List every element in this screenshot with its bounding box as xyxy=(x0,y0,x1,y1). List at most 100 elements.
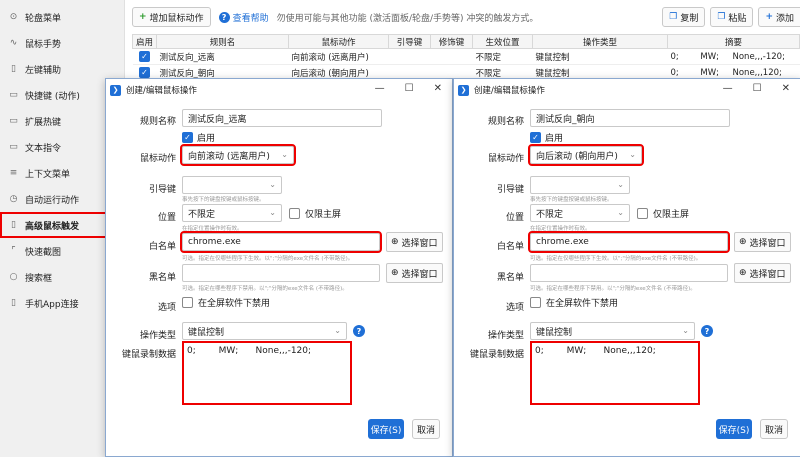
plus-icon: + xyxy=(139,12,147,22)
header-mouse-action[interactable]: 鼠标动作 xyxy=(288,34,389,49)
fullscreen-disable-checkbox[interactable]: 在全屏软件下禁用 xyxy=(530,296,618,309)
add-label: 添加 xyxy=(775,13,794,24)
fullscreen-disable-checkbox[interactable]: 在全屏软件下禁用 xyxy=(182,296,270,309)
help-icon[interactable]: ? xyxy=(701,325,713,337)
crosshair-icon: ⊕ xyxy=(391,237,399,247)
screenshot-icon: ⌜ xyxy=(11,246,16,256)
op-type-label: 操作类型 xyxy=(139,331,176,341)
whitelist-select-window-button[interactable]: ⊕ 选择窗口 xyxy=(734,232,791,252)
maximize-icon[interactable]: ☐ xyxy=(405,83,414,94)
copy-icon: ❐ xyxy=(669,12,678,22)
guide-key-select[interactable]: ⌄ xyxy=(530,176,630,194)
position-select[interactable]: 不限定 ⌄ xyxy=(530,204,630,222)
op-type-select[interactable]: 键鼠控制 ⌄ xyxy=(182,322,347,340)
sidebar-item-label: 快捷键 (动作) xyxy=(25,91,80,102)
sidebar-item-label: 文本指令 xyxy=(25,143,62,154)
rule-name-input[interactable]: 测试反向_远离 xyxy=(182,109,382,127)
paste-icon: ❐ xyxy=(717,12,726,22)
minimize-icon[interactable]: — xyxy=(723,83,733,94)
sidebar-item-label: 轮盘菜单 xyxy=(25,13,62,24)
help-icon: ? xyxy=(218,11,230,23)
enable-checkbox[interactable]: ✓ 启用 xyxy=(530,131,563,144)
position-select[interactable]: 不限定 ⌄ xyxy=(182,204,282,222)
primary-screen-checkbox[interactable]: 仅限主屏 xyxy=(637,207,689,220)
copy-button[interactable]: ❐ 复制 xyxy=(662,7,706,27)
mouse-action-select[interactable]: 向前滚动 (远离用户) ⌄ xyxy=(180,144,296,166)
select-window-label: 选择窗口 xyxy=(749,238,786,249)
header-enabled[interactable]: 启用 xyxy=(132,34,157,49)
enable-checkbox[interactable]: ✓ 启用 xyxy=(182,131,215,144)
search-icon: ○ xyxy=(9,272,18,282)
record-data-label: 键鼠录制数据 xyxy=(469,350,524,360)
mouse-action-value: 向前滚动 (远离用户) xyxy=(188,151,270,162)
help-link[interactable]: ? 查看帮助 xyxy=(218,11,269,24)
op-type-select[interactable]: 键鼠控制 ⌄ xyxy=(530,322,695,340)
select-window-label: 选择窗口 xyxy=(401,269,438,280)
primary-screen-checkbox[interactable]: 仅限主屏 xyxy=(289,207,341,220)
checkbox-checked-icon[interactable]: ✓ xyxy=(139,67,150,78)
whitelist-select-window-button[interactable]: ⊕ 选择窗口 xyxy=(386,232,443,252)
mouse-action-select[interactable]: 向后滚动 (朝向用户) ⌄ xyxy=(528,144,644,166)
close-icon[interactable]: ✕ xyxy=(782,83,790,94)
blacklist-input[interactable] xyxy=(530,264,728,282)
copy-label: 复制 xyxy=(680,13,699,24)
sidebar-item-label: 搜索框 xyxy=(25,273,53,284)
maximize-icon[interactable]: ☐ xyxy=(753,83,762,94)
sidebar-item-label: 高级鼠标触发 xyxy=(25,221,80,232)
op-type-value: 键鼠控制 xyxy=(188,327,225,338)
sidebar-item-1[interactable]: ∿ 鼠标手势 xyxy=(0,30,124,56)
cell-summary: 0; MW; None,,,-120; xyxy=(667,48,800,65)
add-mouse-action-button[interactable]: + 增加鼠标动作 xyxy=(132,7,211,27)
edit-mouse-action-dialog: ❯ 创建/编辑鼠标操作 — ☐ ✕ 规则名称 测试反向_远离 ✓ 启用 鼠标动作… xyxy=(105,78,453,457)
cell-modifier xyxy=(430,48,473,65)
header-rule-name[interactable]: 规则名 xyxy=(156,34,289,49)
blacklist-input[interactable] xyxy=(182,264,380,282)
whitelist-input[interactable]: chrome.exe xyxy=(528,231,730,253)
text-icon: ▭ xyxy=(9,142,18,152)
phone-icon: ▯ xyxy=(11,298,16,308)
minimize-icon[interactable]: — xyxy=(375,83,385,94)
app-icon: ❯ xyxy=(110,84,121,96)
cell-enabled[interactable]: ✓ xyxy=(132,48,157,65)
record-data-textarea[interactable]: 0; MW; None,,,120; xyxy=(530,341,700,405)
whitelist-input[interactable]: chrome.exe xyxy=(180,231,382,253)
rule-name-input[interactable]: 测试反向_朝向 xyxy=(530,109,730,127)
record-data-textarea[interactable]: 0; MW; None,,,-120; xyxy=(182,341,352,405)
dialog-title: 创建/编辑鼠标操作 xyxy=(474,86,545,96)
op-type-value: 键鼠控制 xyxy=(536,327,573,338)
paste-button[interactable]: ❐ 粘贴 xyxy=(710,7,754,27)
blacklist-select-window-button[interactable]: ⊕ 选择窗口 xyxy=(734,263,791,283)
guide-key-select[interactable]: ⌄ xyxy=(182,176,282,194)
save-button[interactable]: 保存(S) xyxy=(716,419,752,439)
add-button[interactable]: + 添加 xyxy=(758,7,800,27)
header-summary[interactable]: 摘要 xyxy=(667,34,800,49)
header-position[interactable]: 生效位置 xyxy=(472,34,533,49)
header-op-type[interactable]: 操作类型 xyxy=(532,34,668,49)
sidebar-item-label: 快速截图 xyxy=(25,247,62,258)
blacklist-select-window-button[interactable]: ⊕ 选择窗口 xyxy=(386,263,443,283)
sidebar-item-0[interactable]: ⊙ 轮盘菜单 xyxy=(0,4,124,30)
header-modifier-key[interactable]: 修饰键 xyxy=(430,34,473,49)
fullscreen-disable-label: 在全屏软件下禁用 xyxy=(198,299,271,309)
chevron-down-icon: ⌄ xyxy=(617,180,624,189)
chevron-down-icon: ⌄ xyxy=(269,208,276,217)
header-guide-key[interactable]: 引导键 xyxy=(388,34,431,49)
mouse-action-label: 鼠标动作 xyxy=(139,154,176,164)
crosshair-icon: ⊕ xyxy=(739,268,747,278)
table-row[interactable]: ✓ 测试反向_远离 向前滚动 (远离用户) 不限定 键鼠控制 0; MW; None,,,… xyxy=(132,48,800,65)
primary-screen-label: 仅限主屏 xyxy=(305,210,342,220)
save-button[interactable]: 保存(S) xyxy=(368,419,404,439)
sidebar-item-8[interactable]: ▯ 高级鼠标触发 xyxy=(0,212,121,238)
help-label: 查看帮助 xyxy=(232,13,269,24)
whitelist-value: chrome.exe xyxy=(188,237,241,247)
cell-action: 向前滚动 (远离用户) xyxy=(288,48,389,65)
position-label: 位置 xyxy=(505,213,524,223)
help-icon[interactable]: ? xyxy=(353,325,365,337)
cancel-button[interactable]: 取消 xyxy=(760,419,788,439)
close-icon[interactable]: ✕ xyxy=(434,83,442,94)
checkbox-checked-icon[interactable]: ✓ xyxy=(139,51,150,62)
sidebar-item-label: 上下文菜单 xyxy=(25,169,71,180)
cancel-button[interactable]: 取消 xyxy=(412,419,440,439)
enable-label: 启用 xyxy=(545,134,564,144)
extend-key-icon: ▭ xyxy=(9,116,18,126)
